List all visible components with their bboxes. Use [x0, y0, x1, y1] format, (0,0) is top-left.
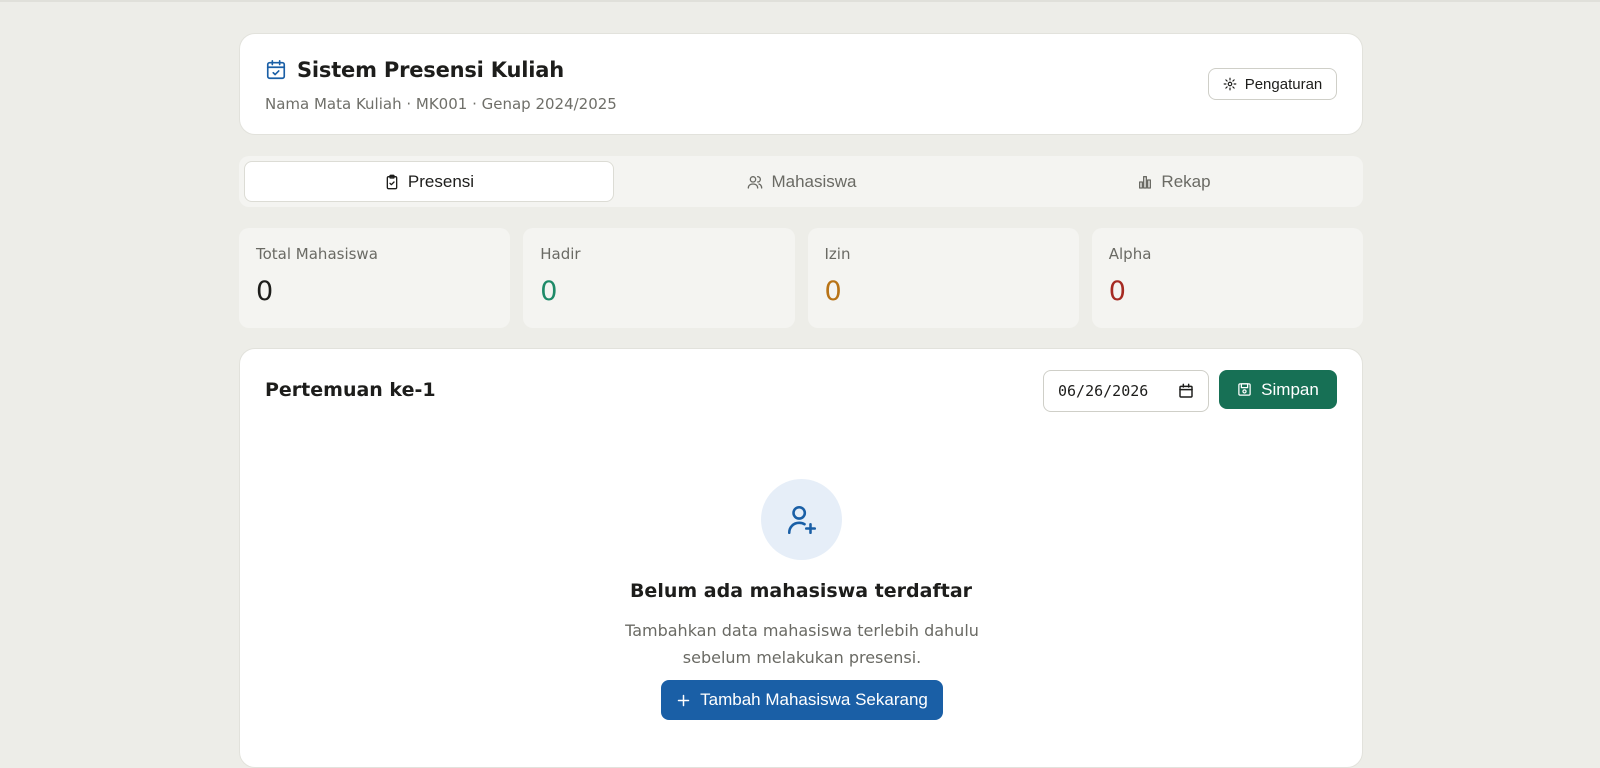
app-container: Sistem Presensi Kuliah Nama Mata Kuliah …	[239, 33, 1363, 768]
empty-state-title: Belum ada mahasiswa terdaftar	[629, 580, 973, 602]
stat-value: 0	[256, 276, 274, 307]
add-student-button-label: Tambah Mahasiswa Sekarang	[700, 690, 928, 709]
stat-label: Total Mahasiswa	[256, 245, 378, 263]
course-subtitle: Nama Mata Kuliah · MK001 · Genap 2024/20…	[265, 95, 617, 113]
tab-label: Presensi	[407, 171, 475, 191]
tab-presensi[interactable]: Presensi	[244, 161, 614, 202]
save-icon	[1238, 383, 1251, 396]
stat-alpha: Alpha 0	[1091, 228, 1363, 328]
date-value: 06/26/2026	[1058, 382, 1149, 400]
stat-hadir: Hadir 0	[523, 228, 795, 328]
tab-mahasiswa[interactable]: Mahasiswa	[618, 161, 986, 202]
window-top-border	[0, 0, 1600, 2]
user-plus-icon	[787, 505, 816, 534]
stat-value: 0	[824, 276, 842, 307]
attendance-card: Pertemuan ke-1 06/26/2026 Simpan Belum a…	[239, 348, 1363, 768]
bar-chart-icon	[1139, 175, 1152, 189]
page-title: Sistem Presensi Kuliah	[297, 58, 564, 82]
save-button[interactable]: Simpan	[1219, 370, 1337, 409]
add-student-button[interactable]: Tambah Mahasiswa Sekarang	[661, 680, 943, 720]
date-input[interactable]: 06/26/2026	[1043, 370, 1209, 412]
stat-label: Izin	[824, 245, 851, 263]
plus-icon	[677, 694, 690, 706]
empty-state-description: Tambahkan data mahasiswa terlebih dahulu…	[602, 617, 1002, 671]
stat-label: Alpha	[1108, 245, 1152, 263]
clipboard-check-icon	[386, 174, 398, 189]
settings-button[interactable]: Pengaturan	[1208, 68, 1337, 100]
stat-total-mahasiswa: Total Mahasiswa 0	[239, 228, 511, 328]
save-button-label: Simpan	[1261, 379, 1319, 399]
gear-icon	[1223, 77, 1237, 91]
tab-label: Mahasiswa	[771, 171, 857, 191]
header-card: Sistem Presensi Kuliah Nama Mata Kuliah …	[239, 33, 1363, 135]
settings-button-label: Pengaturan	[1244, 75, 1323, 93]
empty-state-description-line: Tambahkan data mahasiswa terlebih dahulu	[625, 621, 979, 640]
stats-row: Total Mahasiswa 0 Hadir 0 Izin 0 Alpha 0	[239, 228, 1363, 328]
calendar-check-icon	[266, 60, 286, 80]
empty-state-icon-circle	[761, 479, 842, 560]
tab-rekap[interactable]: Rekap	[990, 161, 1358, 202]
title-row: Sistem Presensi Kuliah	[265, 58, 564, 82]
meeting-title: Pertemuan ke-1	[265, 379, 436, 401]
empty-state-description-line: sebelum melakukan presensi.	[682, 648, 922, 667]
stat-izin: Izin 0	[807, 228, 1079, 328]
calendar-icon[interactable]	[1178, 383, 1194, 399]
users-icon	[748, 175, 763, 189]
tab-label: Rekap	[1161, 171, 1211, 191]
stat-value: 0	[1108, 276, 1126, 307]
tab-bar: Presensi Mahasiswa Rekap	[239, 156, 1363, 207]
stat-label: Hadir	[540, 245, 581, 263]
stat-value: 0	[540, 276, 558, 307]
